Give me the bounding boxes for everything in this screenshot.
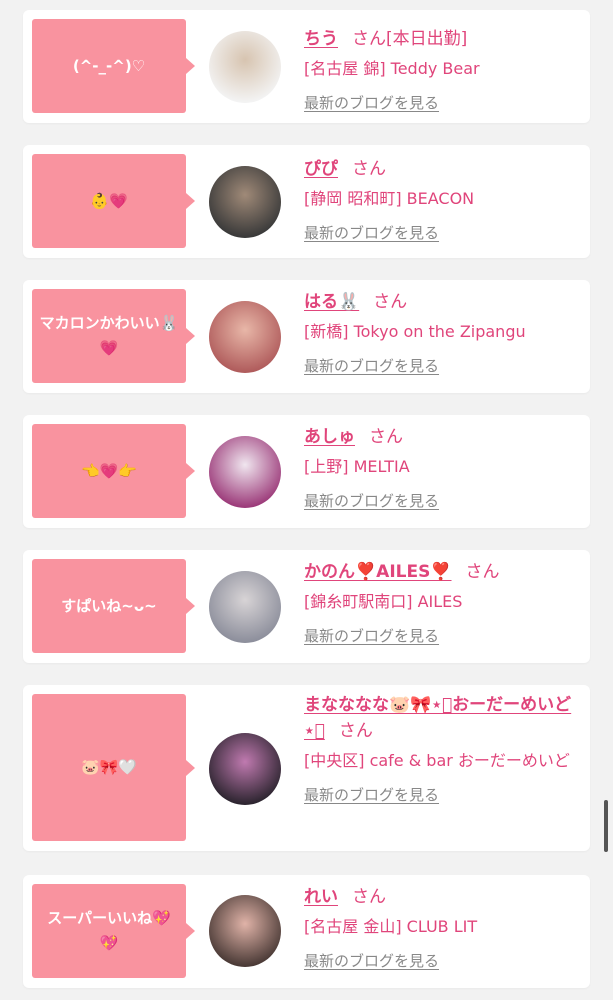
cast-name-link[interactable]: かのん❣️AILES❣️ <box>304 562 452 582</box>
cast-card: すぱいね~ᴗ~ かのん❣️AILES❣️ さん [錦糸町駅南口] AILES 最新のブロ… <box>23 550 590 663</box>
honorific: さん <box>352 887 386 907</box>
latest-blog-link[interactable]: 最新のブログを見る <box>304 950 439 971</box>
name-line: まなななな🐷🎀⋆͛おーだーめいど⋆͛ さん <box>304 692 584 744</box>
latest-blog-link[interactable]: 最新のブログを見る <box>304 784 439 805</box>
latest-blog-link[interactable]: 最新のブログを見る <box>304 490 439 511</box>
latest-blog-link[interactable]: 最新のブログを見る <box>304 625 439 646</box>
cast-card: 👈💗👉 あしゅ さん [上野] MELTIA 最新のブログを見る <box>23 415 590 528</box>
avatar[interactable] <box>209 166 281 238</box>
avatar[interactable] <box>209 733 281 805</box>
cast-card: マカロンかわいい🐰💗 はる🐰 さん [新橋] Tokyo on the Zipangu… <box>23 280 590 393</box>
cast-info: あしゅ さん [上野] MELTIA 最新のブログを見る <box>304 424 584 511</box>
name-line: かのん❣️AILES❣️ さん <box>304 559 584 585</box>
area-shop: [錦糸町駅南口] AILES <box>304 592 463 611</box>
cast-name-link[interactable]: はる🐰 <box>304 292 359 312</box>
honorific: さん <box>352 29 386 49</box>
area-shop: [中央区] cafe & bar おーだーめいど <box>304 751 570 770</box>
scrollbar-thumb[interactable] <box>604 800 608 852</box>
name-line: ちう さん[本日出勤] <box>304 26 584 52</box>
cast-name-link[interactable]: れい <box>304 887 338 907</box>
area-shop: [上野] MELTIA <box>304 457 410 476</box>
cast-info: まなななな🐷🎀⋆͛おーだーめいど⋆͛ さん [中央区] cafe & bar おーだ… <box>304 692 584 805</box>
cast-name-link[interactable]: ちう <box>304 29 338 49</box>
comment-bubble: スーパーいいね💖💖 <box>32 884 195 978</box>
name-line: ぴぴ さん <box>304 156 584 182</box>
comment-bubble: 👈💗👉 <box>32 424 195 518</box>
avatar[interactable] <box>209 895 281 967</box>
latest-blog-link[interactable]: 最新のブログを見る <box>304 222 439 243</box>
cast-card: スーパーいいね💖💖 れい さん [名古屋 金山] CLUB LIT 最新のブログを見る <box>23 875 590 988</box>
latest-blog-link[interactable]: 最新のブログを見る <box>304 355 439 376</box>
cast-info: れい さん [名古屋 金山] CLUB LIT 最新のブログを見る <box>304 884 584 971</box>
comment-bubble: すぱいね~ᴗ~ <box>32 559 195 653</box>
cast-blog-list: (^-_-^)♡ ちう さん[本日出勤] [名古屋 錦] Teddy Bear 最新のブ… <box>0 0 613 1000</box>
comment-bubble: マカロンかわいい🐰💗 <box>32 289 195 383</box>
avatar[interactable] <box>209 436 281 508</box>
avatar[interactable] <box>209 301 281 373</box>
cast-card: (^-_-^)♡ ちう さん[本日出勤] [名古屋 錦] Teddy Bear 最新のブ… <box>23 10 590 123</box>
cast-info: はる🐰 さん [新橋] Tokyo on the Zipangu 最新のブログを見る <box>304 289 584 376</box>
cast-name-link[interactable]: あしゅ <box>304 427 355 447</box>
name-line: あしゅ さん <box>304 424 584 450</box>
comment-bubble: 🐷🎀🤍 <box>32 694 195 841</box>
work-status: [本日出勤] <box>386 29 468 49</box>
area-shop: [新橋] Tokyo on the Zipangu <box>304 322 526 341</box>
honorific: さん <box>465 562 500 582</box>
cast-info: ちう さん[本日出勤] [名古屋 錦] Teddy Bear 最新のブログを見る <box>304 26 584 113</box>
cast-card: 👶💗 ぴぴ さん [静岡 昭和町] BEACON 最新のブログを見る <box>23 145 590 258</box>
area-shop: [名古屋 錦] Teddy Bear <box>304 59 480 78</box>
honorific: さん <box>352 159 386 179</box>
cast-info: ぴぴ さん [静岡 昭和町] BEACON 最新のブログを見る <box>304 156 584 243</box>
honorific: さん <box>369 427 403 447</box>
latest-blog-link[interactable]: 最新のブログを見る <box>304 92 439 113</box>
cast-info: かのん❣️AILES❣️ さん [錦糸町駅南口] AILES 最新のブログを見る <box>304 559 584 646</box>
comment-bubble: (^-_-^)♡ <box>32 19 195 113</box>
area-shop: [名古屋 金山] CLUB LIT <box>304 917 478 936</box>
avatar[interactable] <box>209 571 281 643</box>
honorific: さん <box>338 721 373 741</box>
avatar[interactable] <box>209 31 281 103</box>
name-line: はる🐰 さん <box>304 289 584 315</box>
cast-name-link[interactable]: ぴぴ <box>304 159 338 179</box>
honorific: さん <box>373 292 408 312</box>
comment-bubble: 👶💗 <box>32 154 195 248</box>
area-shop: [静岡 昭和町] BEACON <box>304 189 475 208</box>
cast-card: 🐷🎀🤍 まなななな🐷🎀⋆͛おーだーめいど⋆͛ さん [中央区] cafe & bar … <box>23 685 590 851</box>
name-line: れい さん <box>304 884 584 910</box>
